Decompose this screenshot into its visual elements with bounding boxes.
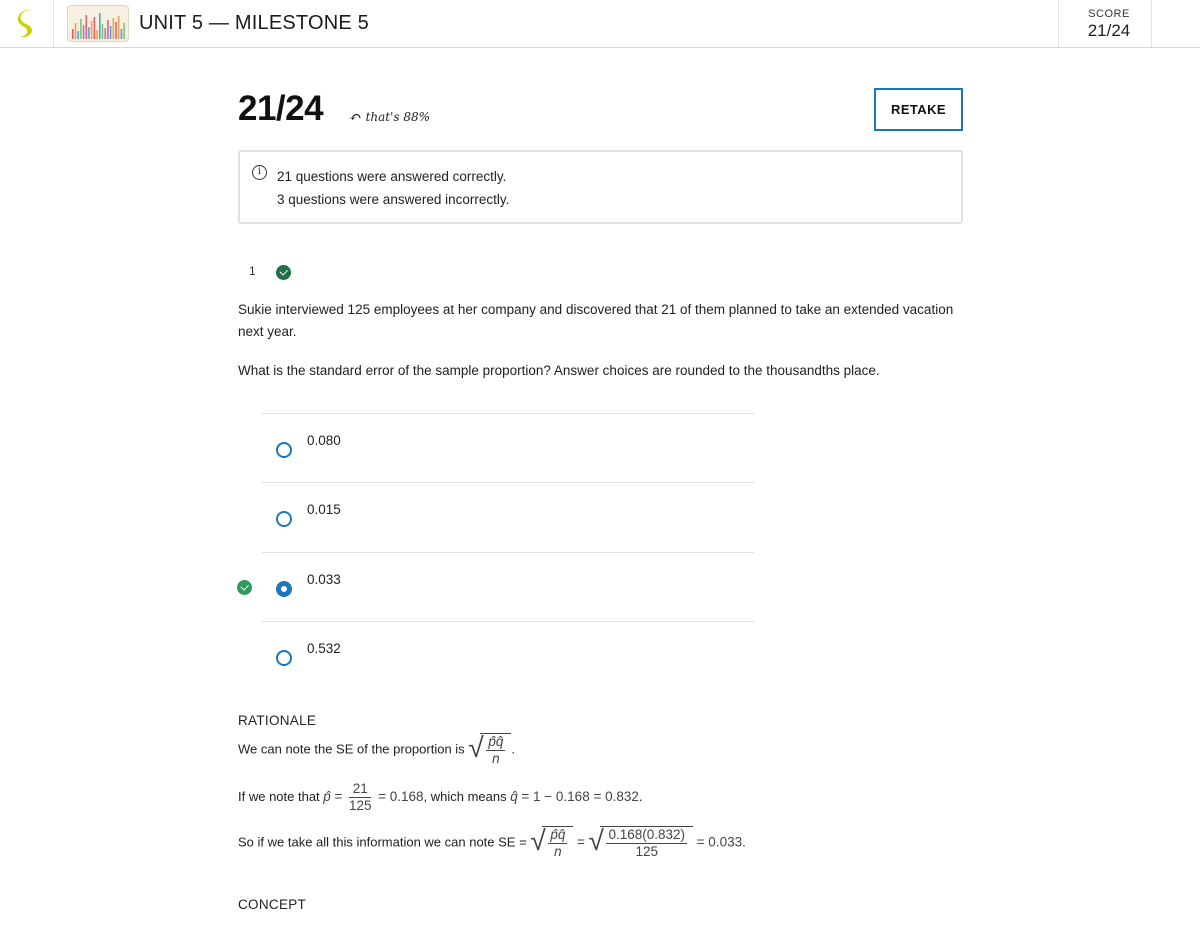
- answer-choice[interactable]: 0.015: [262, 482, 754, 552]
- sqrt-formula: √ 0.168(0.832) 125: [588, 825, 694, 860]
- curved-arrow-icon: ↶: [349, 108, 362, 126]
- p-hat: p̂: [323, 788, 331, 804]
- header-score: SCORE 21/24: [1060, 0, 1152, 47]
- rationale-line-1: We can note the SE of the proportion is …: [238, 732, 515, 767]
- frac-numerator: 0.168(0.832): [606, 827, 688, 844]
- header-divider: [1151, 0, 1152, 47]
- q-hat-value: = 1 − 0.168 = 0.832: [521, 788, 639, 804]
- thumbnail-bar: [115, 22, 117, 39]
- thumbnail-bar: [123, 23, 125, 39]
- thumbnail-bar: [80, 19, 82, 39]
- equals: =: [576, 834, 585, 850]
- choice-label: 0.080: [307, 433, 341, 448]
- equals: =: [334, 788, 343, 804]
- choice-label: 0.015: [307, 502, 341, 517]
- choice-label: 0.033: [307, 572, 341, 587]
- info-icon: i: [252, 165, 267, 180]
- rationale-line-3: So if we take all this information we ca…: [238, 825, 746, 860]
- frac-numerator: p̂q̂: [486, 734, 506, 751]
- thumbnail-bar: [101, 24, 104, 39]
- frac-denominator: n: [554, 844, 562, 859]
- rationale-text: , which means: [423, 788, 507, 804]
- top-bar: UNIT 5 — MILESTONE 5 SCORE 21/24: [0, 0, 1200, 48]
- frac-denominator: 125: [635, 844, 659, 859]
- correct-count-text: 21 questions were answered correctly.: [277, 169, 507, 184]
- thumbnail-bar: [72, 29, 74, 39]
- percent-note: ↶ that's 88%: [349, 107, 431, 126]
- question-prompt: What is the standard error of the sample…: [238, 363, 880, 378]
- se-result: = 0.033: [696, 834, 743, 850]
- thumbnail-bar: [109, 26, 112, 39]
- rationale-text: We can note the SE of the proportion is: [238, 741, 465, 757]
- sqrt-formula: √ p̂q̂ n: [530, 825, 574, 860]
- score-label: SCORE: [1088, 8, 1130, 20]
- frac-numerator: 21: [348, 781, 372, 798]
- choice-label: 0.532: [307, 641, 341, 656]
- thumbnail-bar: [77, 31, 79, 39]
- sqrt-formula: √ p̂q̂ n: [468, 732, 512, 767]
- rationale-heading: RATIONALE: [238, 713, 317, 728]
- retake-button[interactable]: RETAKE: [874, 88, 963, 131]
- answer-choice[interactable]: 0.532: [262, 621, 754, 691]
- big-score: 21/24: [238, 89, 324, 128]
- answer-choice[interactable]: 0.033: [262, 552, 754, 622]
- question-text: Sukie interviewed 125 employees at her c…: [238, 302, 954, 339]
- results-info-box: i 21 questions were answered correctly. …: [238, 150, 963, 224]
- thumbnail-bar: [96, 30, 98, 39]
- thumbnail-bar: [85, 15, 88, 39]
- course-thumbnail: [67, 5, 129, 42]
- correct-answer-check-icon: [237, 580, 252, 595]
- period: .: [511, 741, 515, 757]
- thumbnail-bar: [74, 23, 77, 39]
- thumbnail-bar: [93, 17, 96, 39]
- period: .: [742, 834, 746, 850]
- rationale-text: So if we take all this information we ca…: [238, 834, 527, 850]
- score-value: 21/24: [1087, 21, 1131, 40]
- question-number: 1: [249, 264, 256, 278]
- sophia-logo-icon[interactable]: [14, 8, 40, 40]
- incorrect-count-text: 3 questions were answered incorrectly.: [277, 192, 510, 207]
- frac-denominator: n: [492, 751, 500, 766]
- thumbnail-bar: [112, 18, 115, 39]
- header-divider: [53, 0, 54, 47]
- frac-denominator: 125: [348, 798, 372, 813]
- thumbnail-bar: [90, 21, 93, 39]
- unit-title: UNIT 5 — MILESTONE 5: [139, 12, 369, 34]
- answer-choice[interactable]: 0.080: [262, 413, 754, 483]
- percent-note-text: that's 88%: [365, 110, 431, 124]
- thumbnail-bar: [107, 20, 109, 39]
- frac-numerator: p̂q̂: [548, 827, 568, 844]
- thumbnail-bar: [88, 27, 90, 39]
- rationale-text: If we note that: [238, 788, 320, 804]
- radio-button[interactable]: [276, 511, 292, 527]
- correct-check-icon: [276, 265, 291, 280]
- concept-heading: CONCEPT: [238, 897, 307, 912]
- thumbnail-bar: [120, 29, 123, 39]
- radio-button-selected[interactable]: [276, 581, 292, 597]
- thumbnail-bar: [104, 28, 106, 39]
- thumbnail-bar: [82, 25, 85, 39]
- header-divider: [1058, 0, 1059, 47]
- thumbnail-bar: [117, 16, 120, 39]
- p-hat-value: = 0.168: [378, 788, 424, 804]
- radio-button[interactable]: [276, 650, 292, 666]
- rationale-line-2: If we note that p̂ = 21 125 = 0.168, whic…: [238, 781, 643, 814]
- thumbnail-bar: [99, 13, 101, 39]
- radio-button[interactable]: [276, 442, 292, 458]
- fraction: 21 125: [348, 781, 372, 814]
- period: .: [638, 788, 643, 804]
- q-hat: q̂: [510, 788, 518, 804]
